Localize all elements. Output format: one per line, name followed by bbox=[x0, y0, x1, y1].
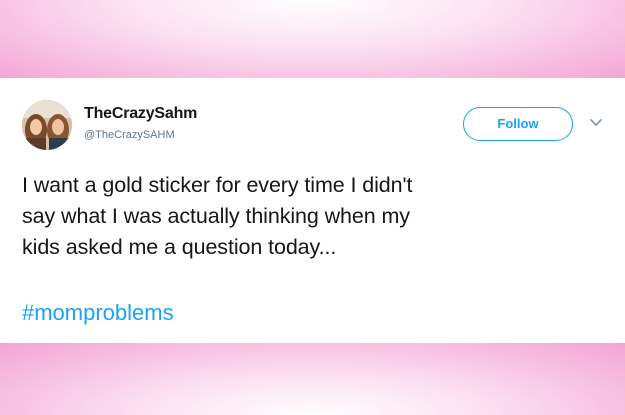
hashtag-link[interactable]: #momproblems bbox=[22, 300, 174, 326]
pink-background-bottom bbox=[0, 343, 625, 415]
user-handle[interactable]: @TheCrazySAHM bbox=[84, 129, 175, 141]
profile-photo-icon bbox=[22, 100, 72, 150]
tweet-text-line: say what I was actually thinking when my bbox=[22, 204, 410, 228]
tweet-text: I want a gold sticker for every time I d… bbox=[22, 170, 612, 263]
chevron-down-icon[interactable] bbox=[589, 118, 603, 128]
tweet-text-line: I want a gold sticker for every time I d… bbox=[22, 173, 413, 197]
follow-button[interactable]: Follow bbox=[463, 107, 573, 141]
pink-background-top bbox=[0, 0, 625, 78]
display-name[interactable]: TheCrazySahm bbox=[84, 105, 197, 123]
avatar[interactable] bbox=[22, 100, 72, 150]
tweet-card: TheCrazySahm @TheCrazySAHM Follow I want… bbox=[0, 78, 625, 343]
tweet-text-line: kids asked me a question today... bbox=[22, 235, 337, 259]
